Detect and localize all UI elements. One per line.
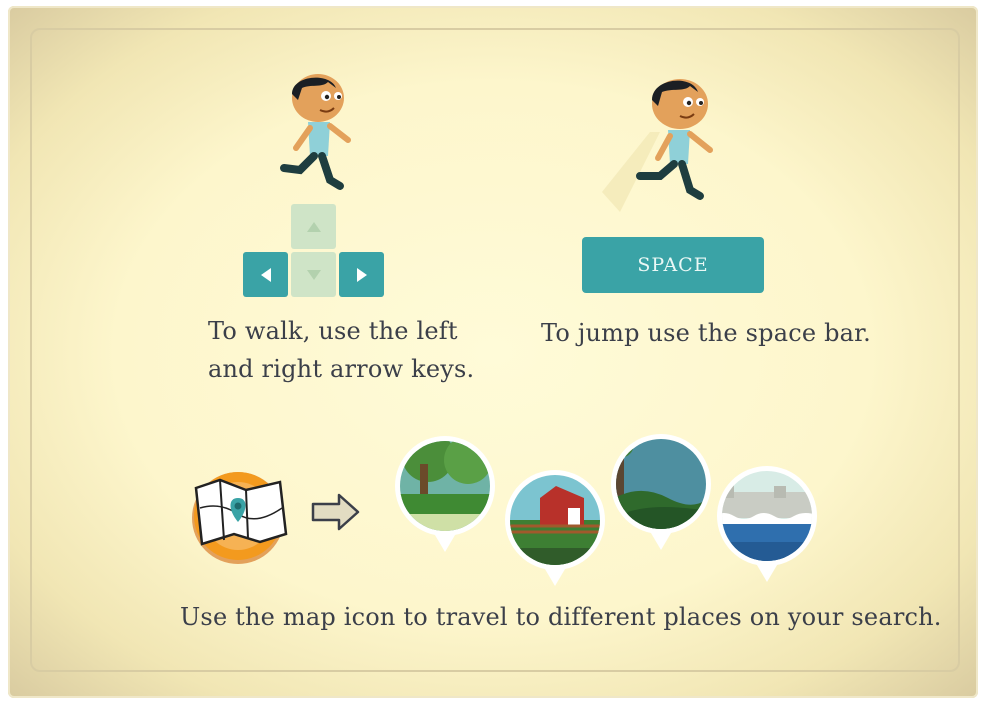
instructions-screen: To walk, use the left and right arrow ke… — [0, 0, 986, 704]
right-arrow-key — [339, 252, 384, 297]
arrow-up-icon — [306, 221, 321, 232]
jungle-place-bubble — [611, 434, 711, 550]
up-arrow-key — [291, 204, 336, 249]
walk-caption-line1: To walk, use the left — [208, 317, 458, 345]
map-icon — [192, 472, 288, 564]
forest-place-bubble — [395, 436, 495, 552]
walk-caption-line2: and right arrow keys. — [208, 355, 475, 383]
space-key: SPACE — [582, 237, 764, 293]
arrow-left-icon — [260, 267, 271, 282]
jumping-character — [602, 79, 713, 212]
left-arrow-key — [243, 252, 288, 297]
walking-character — [280, 74, 351, 190]
arrow-down-icon — [306, 269, 321, 280]
farm-place-bubble — [505, 470, 605, 586]
walk-caption: To walk, use the left and right arrow ke… — [208, 312, 474, 388]
arrow-right-icon — [356, 267, 367, 282]
jump-caption: To jump use the space bar. — [541, 319, 872, 347]
harbor-place-bubble — [717, 466, 817, 582]
travel-caption: Use the map icon to travel to different … — [180, 603, 942, 631]
down-arrow-key — [291, 252, 336, 297]
right-arrow-icon — [311, 493, 360, 531]
